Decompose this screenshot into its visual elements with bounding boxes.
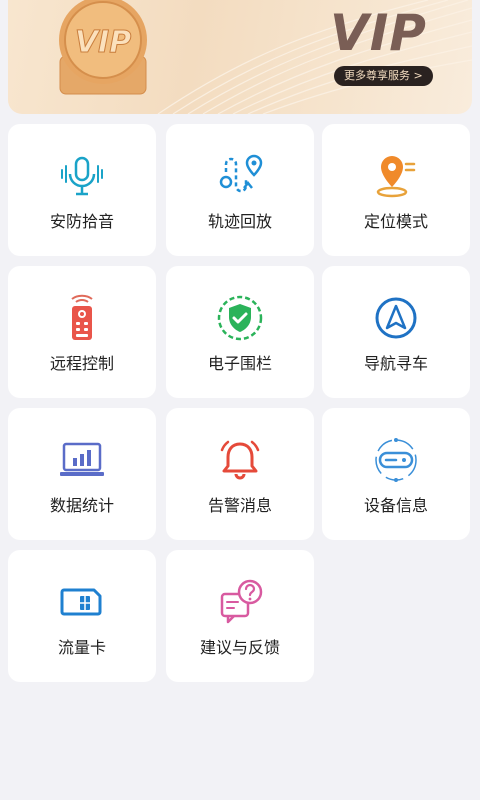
feature-label: 定位模式 [363,212,428,231]
bar-chart-icon [60,442,104,476]
shield-check-icon [217,295,263,341]
feature-data-card[interactable]: 流量卡 [8,550,156,682]
feature-track-playback[interactable]: 轨迹回放 [166,124,314,256]
more-services-button[interactable]: 更多尊享服务 > [334,66,433,86]
feature-label: 安防拾音 [49,212,114,231]
feature-feedback[interactable]: 建议与反馈 [166,550,314,682]
coin-text: VIP [75,25,131,60]
vip-banner[interactable]: VIP VIP 更多尊享服务 > [8,0,472,114]
feature-label: 数据统计 [49,496,114,515]
alarm-bell-icon [220,440,260,480]
sim-card-icon [60,588,102,616]
feature-positioning-mode[interactable]: 定位模式 [322,124,470,256]
feature-label: 轨迹回放 [207,212,272,231]
feature-alarm-messages[interactable]: 告警消息 [166,408,314,540]
feature-security-audio[interactable]: 安防拾音 [8,124,156,256]
location-pin-icon [376,156,416,198]
feature-statistics[interactable]: 数据统计 [8,408,156,540]
vip-title: VIP [330,4,427,62]
feature-label: 远程控制 [49,354,114,373]
feature-navigation[interactable]: 导航寻车 [322,266,470,398]
feature-label: 设备信息 [363,496,428,515]
device-icon [375,438,417,482]
feature-label: 流量卡 [57,638,106,657]
remote-control-icon [71,294,93,340]
route-icon [219,154,263,193]
feature-label: 建议与反馈 [199,638,280,657]
microphone-icon [61,156,103,196]
feature-geofence[interactable]: 电子围栏 [166,266,314,398]
vip-coin-icon: VIP [59,0,147,95]
feature-label: 导航寻车 [363,354,428,373]
feature-device-info[interactable]: 设备信息 [322,408,470,540]
feature-remote-control[interactable]: 远程控制 [8,266,156,398]
navigation-icon [375,297,417,339]
feature-label: 告警消息 [207,496,272,515]
feature-label: 电子围栏 [207,354,272,373]
feedback-icon [220,579,263,624]
